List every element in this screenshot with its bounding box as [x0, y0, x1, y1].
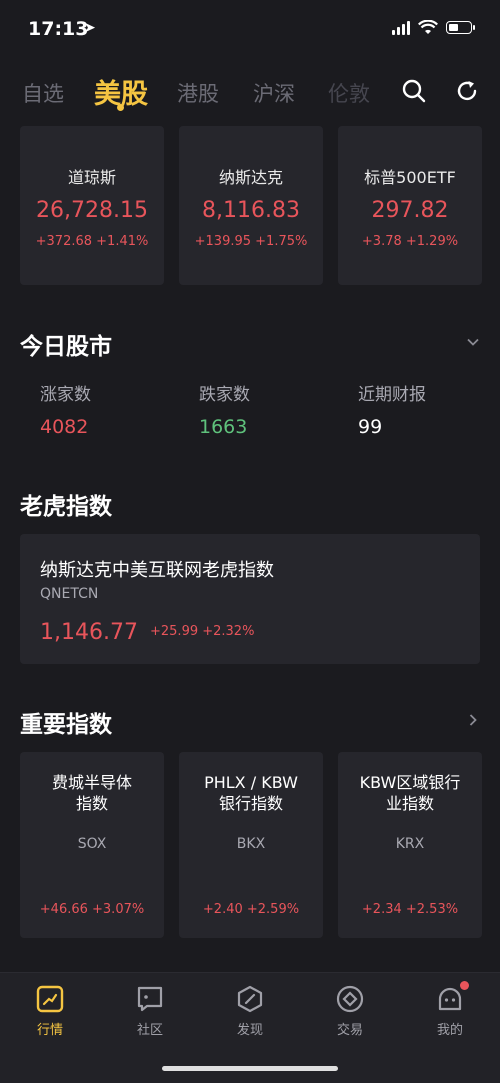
- chevron-right-icon[interactable]: [466, 713, 480, 727]
- status-bar: 17:13 ➤: [0, 0, 500, 56]
- index-name-line: PHLX / KBW: [204, 773, 298, 792]
- tab-london[interactable]: 伦敦: [328, 78, 370, 108]
- active-tab-indicator: [117, 104, 124, 111]
- index-name-line: KBW区域银行: [359, 773, 461, 792]
- nav-label: 我的: [436, 1023, 463, 1038]
- index-code: KRX: [395, 836, 425, 852]
- index-card-krx[interactable]: KBW区域银行 业指数 KRX +2.34 +2.53%: [338, 752, 482, 938]
- index-code: BKX: [236, 836, 266, 852]
- tab-hk-stocks[interactable]: 港股: [177, 78, 219, 108]
- index-name: PHLX / KBW 银行指数: [187, 772, 315, 814]
- index-card-bkx[interactable]: PHLX / KBW 银行指数 BKX +2.40 +2.59%: [179, 752, 323, 938]
- index-change: +3.78 +1.29%: [361, 234, 459, 249]
- index-name: 费城半导体 指数: [28, 772, 156, 814]
- home-indicator: [162, 1066, 338, 1071]
- nav-trade[interactable]: 交易: [320, 985, 380, 1038]
- status-icons: [392, 20, 475, 35]
- index-name: 道琼斯: [67, 168, 116, 187]
- index-name-line: 费城半导体: [51, 773, 132, 792]
- tiger-index-value: 1,146.77: [40, 620, 138, 645]
- search-icon[interactable]: [401, 78, 427, 104]
- index-name-line: 银行指数: [218, 794, 283, 813]
- trade-icon: [336, 985, 364, 1013]
- wifi-icon: [418, 20, 438, 34]
- nav-label: 发现: [236, 1023, 263, 1038]
- index-change: +372.68 +1.41%: [35, 234, 149, 249]
- decliners-label: 跌家数: [199, 385, 250, 405]
- earnings-value[interactable]: 99: [358, 416, 382, 438]
- index-change: +2.34 +2.53%: [361, 902, 459, 917]
- index-name-line: 业指数: [385, 794, 434, 813]
- today-market-title: 今日股市: [20, 334, 112, 360]
- nav-profile[interactable]: 我的: [420, 981, 480, 1038]
- tab-watchlist[interactable]: 自选: [22, 78, 64, 108]
- discover-icon: [237, 985, 263, 1013]
- index-value: 8,116.83: [202, 198, 300, 223]
- index-value: 297.82: [371, 198, 449, 223]
- tiger-index-title: 老虎指数: [20, 494, 112, 520]
- tiger-index-code: QNETCN: [40, 586, 99, 602]
- decliners-value: 1663: [199, 416, 248, 438]
- profile-icon: [438, 987, 462, 1011]
- index-name: 纳斯达克: [218, 168, 283, 187]
- important-indices-title: 重要指数: [20, 712, 112, 738]
- index-change: +139.95 +1.75%: [194, 234, 308, 249]
- index-card-nasdaq[interactable]: 纳斯达克 8,116.83 +139.95 +1.75%: [179, 126, 323, 285]
- nav-label: 社区: [136, 1023, 163, 1038]
- notification-badge: [460, 981, 469, 990]
- battery-icon: [446, 21, 475, 34]
- index-card-sp500[interactable]: 标普500ETF 297.82 +3.78 +1.29%: [338, 126, 482, 285]
- status-time: 17:13: [28, 18, 89, 40]
- location-arrow-icon: ➤: [84, 20, 96, 36]
- index-change: +2.40 +2.59%: [202, 902, 300, 917]
- index-name: 标普500ETF: [364, 168, 456, 187]
- refresh-icon[interactable]: [454, 78, 480, 104]
- nav-label: 行情: [36, 1023, 63, 1038]
- community-icon: [137, 986, 163, 1012]
- index-cards: 道琼斯 26,728.15 +372.68 +1.41% 纳斯达克 8,116.…: [20, 126, 482, 285]
- chart-icon: [36, 985, 64, 1013]
- tiger-index-change: +25.99 +2.32%: [150, 624, 255, 639]
- tiger-index-card[interactable]: 纳斯达克中美互联网老虎指数 QNETCN 1,146.77 +25.99 +2.…: [20, 534, 480, 664]
- market-tabs: 自选 美股 港股 沪深 伦敦: [0, 70, 500, 116]
- index-card-dow[interactable]: 道琼斯 26,728.15 +372.68 +1.41%: [20, 126, 164, 285]
- advancers-value: 4082: [40, 416, 89, 438]
- tiger-index-name: 纳斯达克中美互联网老虎指数: [40, 560, 274, 581]
- nav-community[interactable]: 社区: [120, 985, 180, 1038]
- signal-icon: [392, 20, 410, 35]
- index-code: SOX: [77, 836, 107, 852]
- index-name: KBW区域银行 业指数: [346, 772, 474, 814]
- index-value: 26,728.15: [36, 198, 148, 223]
- index-card-sox[interactable]: 费城半导体 指数 SOX +46.66 +3.07%: [20, 752, 164, 938]
- index-name-line: 指数: [75, 794, 108, 813]
- advancers-label: 涨家数: [40, 385, 91, 405]
- nav-quotes[interactable]: 行情: [20, 985, 80, 1038]
- nav-discover[interactable]: 发现: [220, 985, 280, 1038]
- chevron-down-icon[interactable]: [466, 335, 480, 349]
- nav-label: 交易: [336, 1023, 363, 1038]
- tab-sh-sz[interactable]: 沪深: [253, 78, 295, 108]
- index-change: +46.66 +3.07%: [39, 902, 145, 917]
- earnings-label[interactable]: 近期财报: [358, 380, 426, 405]
- important-index-cards: 费城半导体 指数 SOX +46.66 +3.07% PHLX / KBW 银行…: [20, 752, 482, 938]
